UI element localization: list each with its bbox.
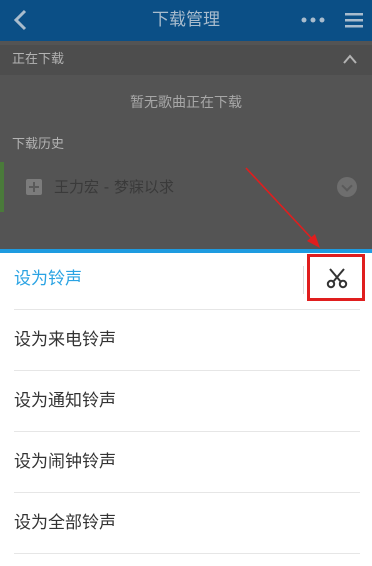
list-item[interactable]: 王力宏 - 梦寐以求: [0, 162, 372, 212]
option-set-all-ringtone[interactable]: 设为全部铃声: [14, 493, 360, 554]
hamburger-menu-icon: [345, 13, 363, 28]
ringtone-options-sheet: 设为铃声 设为来电铃声 设为通知铃声 设为闹钟铃声 设为全部铃声: [0, 249, 372, 566]
empty-downloading-text: 暂无歌曲正在下载: [130, 95, 242, 111]
chevron-down-icon[interactable]: [337, 177, 357, 197]
cut-ringtone-button[interactable]: [307, 254, 365, 301]
chevron-up-icon[interactable]: [342, 53, 358, 65]
menu-button[interactable]: [343, 9, 365, 31]
add-icon[interactable]: [26, 179, 42, 195]
option-set-notification-ringtone[interactable]: 设为通知铃声: [14, 371, 360, 432]
more-button[interactable]: [300, 8, 326, 32]
downloading-section-header[interactable]: 正在下载: [0, 45, 372, 75]
vertical-divider: [303, 266, 304, 294]
song-title: 王力宏 - 梦寐以求: [54, 178, 174, 196]
more-dots-icon: [301, 17, 325, 23]
scissors-icon: [326, 268, 348, 289]
history-section-header: 下载历史: [0, 130, 372, 160]
option-set-call-ringtone[interactable]: 设为来电铃声: [14, 310, 360, 371]
option-set-alarm-ringtone[interactable]: 设为闹钟铃声: [14, 432, 360, 493]
app-header: 下载管理: [0, 0, 372, 41]
row-accent-bar: [0, 162, 4, 212]
history-label: 下载历史: [12, 137, 65, 152]
download-list: 正在下载 暂无歌曲正在下载 下载历史 王力宏 - 梦寐以求: [0, 41, 372, 249]
downloading-label: 正在下载: [12, 52, 65, 67]
